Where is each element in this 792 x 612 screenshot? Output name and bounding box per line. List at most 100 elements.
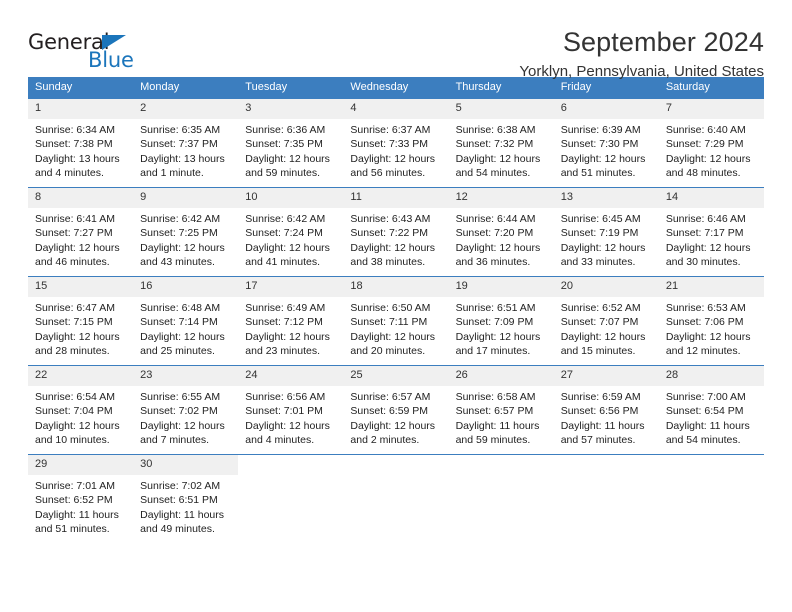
sunrise-text: Sunrise: 6:52 AM — [560, 302, 641, 315]
sunset-text: Sunset: 7:30 PM — [560, 138, 639, 151]
day-number: 13 — [553, 188, 659, 209]
day-number: 11 — [343, 188, 449, 209]
day-number: 5 — [448, 99, 554, 120]
weekday-header-friday: Friday — [553, 77, 659, 99]
calendar-day-cell[interactable]: 3 Sunrise: 6:36 AM Sunset: 7:35 PM Daylight… — [238, 98, 344, 188]
day-number — [238, 455, 344, 476]
sunset-text: Sunset: 7:15 PM — [35, 316, 113, 329]
calendar-day-cell[interactable]: 23 Sunrise: 6:55 AM Sunset: 7:02 PM Dayligh… — [133, 365, 239, 455]
calendar-day-cell[interactable]: 10 Sunrise: 6:42 AM Sunset: 7:24 PM Dayligh… — [238, 187, 344, 277]
weekday-header-monday: Monday — [133, 77, 239, 99]
sunrise-text: Sunrise: 6:35 AM — [140, 124, 221, 137]
calendar-day-cell[interactable]: 5 Sunrise: 6:38 AM Sunset: 7:32 PM Daylight… — [448, 98, 554, 188]
logo-text-blue: Blue — [88, 48, 134, 72]
day-number: 28 — [658, 366, 764, 387]
calendar-day-cell-empty — [448, 454, 554, 544]
calendar-day-cell[interactable]: 16 Sunrise: 6:48 AM Sunset: 7:14 PM Dayligh… — [133, 276, 239, 366]
day-sun-info: Sunrise: 6:34 AM Sunset: 7:38 PM Daylight:… — [28, 119, 133, 181]
calendar-day-cell[interactable]: 7 Sunrise: 6:40 AM Sunset: 7:29 PM Daylight… — [658, 98, 764, 188]
day-number: 17 — [238, 277, 344, 298]
day-number — [553, 455, 659, 476]
sunset-text: Sunset: 6:54 PM — [665, 405, 744, 418]
calendar-day-cell[interactable]: 6 Sunrise: 6:39 AM Sunset: 7:30 PM Daylight… — [553, 98, 659, 188]
daylight-text: Daylight: 12 hours and 36 minutes. — [455, 241, 541, 269]
weekday-header-saturday: Saturday — [658, 77, 764, 99]
daylight-text: Daylight: 11 hours and 54 minutes. — [665, 419, 750, 447]
day-number: 21 — [658, 277, 764, 298]
day-sun-info: Sunrise: 6:44 AM Sunset: 7:20 PM Daylight:… — [449, 208, 554, 270]
sunrise-text: Sunrise: 6:58 AM — [455, 391, 536, 404]
calendar-day-cell[interactable]: 30 Sunrise: 7:02 AM Sunset: 6:51 PM Dayligh… — [133, 454, 239, 544]
sunrise-text: Sunrise: 6:53 AM — [665, 302, 746, 315]
calendar-day-cell[interactable]: 1 Sunrise: 6:34 AM Sunset: 7:38 PM Daylight… — [28, 98, 134, 188]
sunrise-text: Sunrise: 6:48 AM — [140, 302, 221, 315]
calendar-day-cell[interactable]: 2 Sunrise: 6:35 AM Sunset: 7:37 PM Daylight… — [133, 98, 239, 188]
calendar-week-row: 22 Sunrise: 6:54 AM Sunset: 7:04 PM Dayligh… — [28, 365, 764, 455]
calendar-day-cell[interactable]: 25 Sunrise: 6:57 AM Sunset: 6:59 PM Dayligh… — [343, 365, 449, 455]
daylight-text: Daylight: 12 hours and 28 minutes. — [35, 330, 120, 358]
sunrise-text: Sunrise: 6:51 AM — [455, 302, 536, 315]
calendar-day-cell[interactable]: 19 Sunrise: 6:51 AM Sunset: 7:09 PM Dayligh… — [448, 276, 554, 366]
day-number: 19 — [448, 277, 554, 298]
calendar-day-cell[interactable]: 22 Sunrise: 6:54 AM Sunset: 7:04 PM Dayligh… — [28, 365, 134, 455]
calendar-week-row: 1 Sunrise: 6:34 AM Sunset: 7:38 PM Daylight… — [28, 98, 764, 188]
day-sun-info: Sunrise: 6:53 AM Sunset: 7:06 PM Daylight:… — [659, 297, 764, 359]
sunset-text: Sunset: 7:38 PM — [35, 138, 113, 151]
calendar-day-cell[interactable]: 26 Sunrise: 6:58 AM Sunset: 6:57 PM Dayligh… — [448, 365, 554, 455]
sunset-text: Sunset: 7:22 PM — [350, 227, 429, 240]
daylight-text: Daylight: 12 hours and 41 minutes. — [245, 241, 330, 269]
daylight-text: Daylight: 11 hours and 57 minutes. — [560, 419, 645, 447]
day-sun-info: Sunrise: 6:51 AM Sunset: 7:09 PM Daylight:… — [449, 297, 554, 359]
day-number: 9 — [133, 188, 239, 209]
day-sun-info: Sunrise: 6:37 AM Sunset: 7:33 PM Daylight:… — [343, 119, 448, 181]
day-number: 27 — [553, 366, 659, 387]
calendar-body: 1 Sunrise: 6:34 AM Sunset: 7:38 PM Daylight… — [28, 98, 764, 544]
calendar-day-cell[interactable]: 27 Sunrise: 6:59 AM Sunset: 6:56 PM Dayligh… — [553, 365, 659, 455]
day-sun-info: Sunrise: 7:02 AM Sunset: 6:51 PM Daylight:… — [133, 475, 238, 537]
sunset-text: Sunset: 7:32 PM — [455, 138, 534, 151]
daylight-text: Daylight: 13 hours and 1 minute. — [140, 152, 225, 180]
day-number: 15 — [28, 277, 134, 298]
daylight-text: Daylight: 12 hours and 59 minutes. — [245, 152, 330, 180]
day-sun-info: Sunrise: 6:46 AM Sunset: 7:17 PM Daylight:… — [659, 208, 764, 270]
general-blue-logo: General Blue — [28, 28, 178, 76]
sunrise-text: Sunrise: 7:01 AM — [35, 480, 115, 493]
sunrise-text: Sunrise: 6:49 AM — [245, 302, 326, 315]
calendar-day-cell[interactable]: 18 Sunrise: 6:50 AM Sunset: 7:11 PM Dayligh… — [343, 276, 449, 366]
day-sun-info: Sunrise: 6:45 AM Sunset: 7:19 PM Daylight:… — [554, 208, 659, 270]
daylight-text: Daylight: 12 hours and 25 minutes. — [140, 330, 225, 358]
day-sun-info: Sunrise: 6:35 AM Sunset: 7:37 PM Daylight:… — [133, 119, 238, 181]
daylight-text: Daylight: 12 hours and 4 minutes. — [245, 419, 330, 447]
day-sun-info: Sunrise: 7:00 AM Sunset: 6:54 PM Daylight:… — [659, 386, 764, 448]
day-number — [658, 455, 764, 476]
calendar-day-cell[interactable]: 21 Sunrise: 6:53 AM Sunset: 7:06 PM Dayligh… — [658, 276, 764, 366]
weekday-header-thursday: Thursday — [448, 77, 554, 99]
sunrise-text: Sunrise: 6:59 AM — [560, 391, 641, 404]
calendar-day-cell[interactable]: 13 Sunrise: 6:45 AM Sunset: 7:19 PM Dayligh… — [553, 187, 659, 277]
calendar-day-cell[interactable]: 24 Sunrise: 6:56 AM Sunset: 7:01 PM Dayligh… — [238, 365, 344, 455]
day-number: 20 — [553, 277, 659, 298]
day-sun-info: Sunrise: 6:54 AM Sunset: 7:04 PM Daylight:… — [28, 386, 133, 448]
calendar-day-cell[interactable]: 12 Sunrise: 6:44 AM Sunset: 7:20 PM Dayligh… — [448, 187, 554, 277]
calendar-day-cell[interactable]: 4 Sunrise: 6:37 AM Sunset: 7:33 PM Daylight… — [343, 98, 449, 188]
day-number: 4 — [343, 99, 449, 120]
calendar-header-row: Sunday Monday Tuesday Wednesday Thursday Frid… — [28, 77, 764, 99]
day-sun-info: Sunrise: 6:57 AM Sunset: 6:59 PM Daylight:… — [343, 386, 448, 448]
sunrise-text: Sunrise: 6:36 AM — [245, 124, 326, 137]
calendar-day-cell[interactable]: 28 Sunrise: 7:00 AM Sunset: 6:54 PM Dayligh… — [658, 365, 764, 455]
calendar-week-row: 15 Sunrise: 6:47 AM Sunset: 7:15 PM Dayligh… — [28, 276, 764, 366]
calendar-day-cell[interactable]: 8 Sunrise: 6:41 AM Sunset: 7:27 PM Daylight… — [28, 187, 134, 277]
day-number: 10 — [238, 188, 344, 209]
day-number: 8 — [28, 188, 134, 209]
calendar-day-cell[interactable]: 29 Sunrise: 7:01 AM Sunset: 6:52 PM Dayligh… — [28, 454, 134, 544]
calendar-day-cell[interactable]: 9 Sunrise: 6:42 AM Sunset: 7:25 PM Daylight… — [133, 187, 239, 277]
day-number — [448, 455, 554, 476]
sunrise-text: Sunrise: 6:43 AM — [350, 213, 431, 226]
calendar-day-cell[interactable]: 11 Sunrise: 6:43 AM Sunset: 7:22 PM Dayligh… — [343, 187, 449, 277]
calendar-day-cell[interactable]: 20 Sunrise: 6:52 AM Sunset: 7:07 PM Dayligh… — [553, 276, 659, 366]
sunrise-text: Sunrise: 6:45 AM — [560, 213, 641, 226]
day-number — [343, 455, 449, 476]
calendar-day-cell[interactable]: 17 Sunrise: 6:49 AM Sunset: 7:12 PM Dayligh… — [238, 276, 344, 366]
calendar-day-cell[interactable]: 15 Sunrise: 6:47 AM Sunset: 7:15 PM Dayligh… — [28, 276, 134, 366]
calendar-day-cell[interactable]: 14 Sunrise: 6:46 AM Sunset: 7:17 PM Dayligh… — [658, 187, 764, 277]
